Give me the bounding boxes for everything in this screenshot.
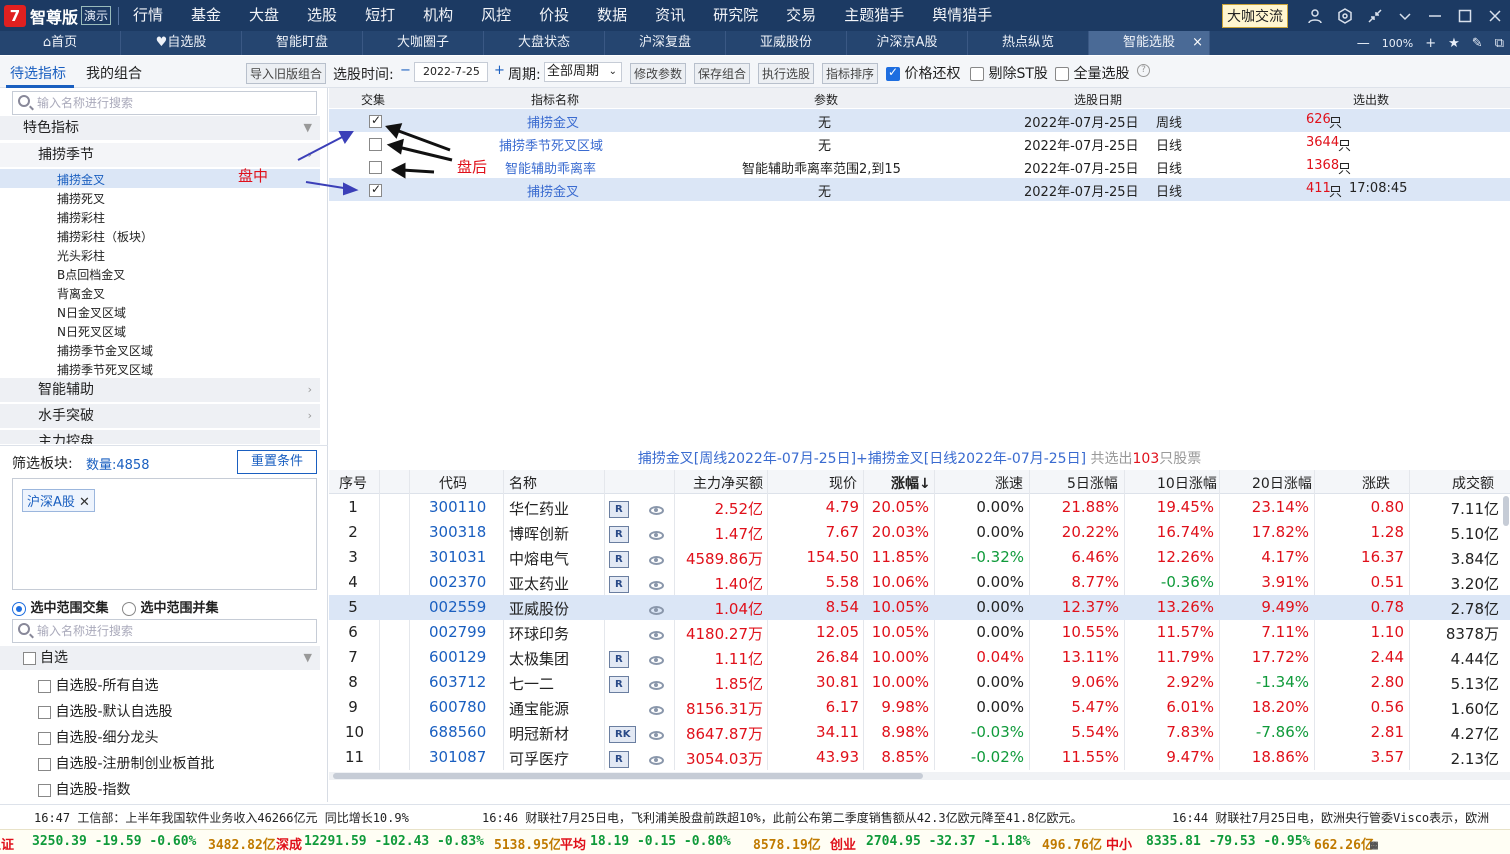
annotation-intraday: 盘中 (238, 167, 269, 185)
annotation-arrowhead (386, 138, 404, 155)
index-amount: 8578.19亿 (753, 838, 821, 853)
index-name[interactable]: 创业 (830, 834, 857, 853)
news-ticker: 16:47 工信部：上半年我国软件业务收入46266亿元 同比增长10.9% 1… (0, 804, 1510, 828)
index-amount: 3482.82亿 (208, 838, 276, 853)
news-item[interactable]: 16:47 工信部：上半年我国软件业务收入46266亿元 同比增长10.9% (34, 809, 409, 826)
annotation-arrowhead (343, 182, 359, 196)
index-ticker: 上证 3250.39 -19.59 -0.60% 3482.82亿 深成 122… (0, 829, 1510, 854)
index-amount: 662.26亿 (1314, 838, 1374, 853)
annotation-overlay (297, 123, 453, 196)
index-name[interactable]: 深成 (276, 834, 303, 853)
annotation-arrowhead (390, 162, 406, 179)
annotation-arrowhead (385, 123, 403, 139)
index-value: 12291.59 -102.43 -0.83% (304, 834, 485, 849)
news-item[interactable]: 16:46 财联社7月25日电，飞利浦美股盘前跌超10%，此前公布第二季度销售额… (482, 809, 1083, 826)
index-amount: 5138.95亿 (494, 838, 562, 853)
annotation-after-hours: 盘后 (457, 158, 488, 176)
index-value: 3250.39 -19.59 -0.60% (32, 834, 197, 849)
index-name[interactable]: 平均 (560, 834, 587, 853)
index-name[interactable]: 上证 (0, 834, 14, 853)
index-value: 18.19 -0.15 -0.80% (590, 834, 731, 849)
index-amount: 496.76亿 (1042, 838, 1102, 853)
index-value: 8335.81 -79.53 -0.95% (1146, 834, 1311, 849)
news-item[interactable]: 16:44 财联社7月25日电，欧洲央行管委Visco表示，欧洲 (1172, 809, 1489, 826)
index-name[interactable]: 中小 (1106, 834, 1133, 853)
window-icon[interactable]: ▭ (1370, 838, 1378, 853)
annotation-arrow (297, 133, 349, 161)
annotation-arrow (401, 168, 435, 174)
annotation-arrowhead (338, 131, 354, 144)
index-value: 2704.95 -32.37 -1.18% (866, 834, 1031, 849)
